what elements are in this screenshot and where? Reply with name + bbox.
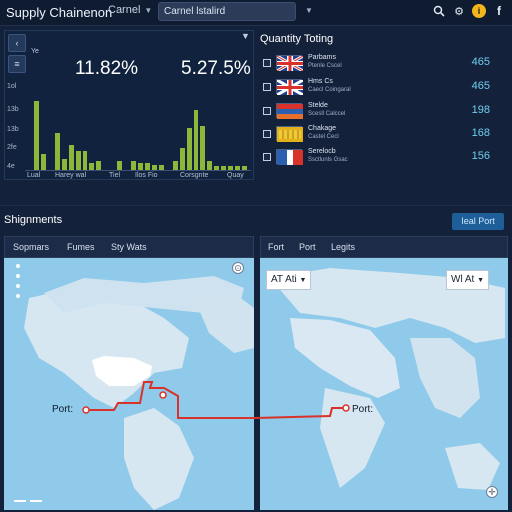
bar[interactable] [200,126,206,170]
bar[interactable] [68,145,74,170]
right-map-tabs: Fort Port Legits [260,236,508,258]
left-map-tabs: Sopmars Fumes Sty Wats [4,236,254,258]
item-value: 465 [471,80,490,92]
list-item[interactable]: Hms Cs Caecl Coingaral 465 [262,78,502,98]
x-tick-label: Quay [227,172,244,179]
row-checkbox[interactable] [263,83,271,91]
bar[interactable] [144,162,150,170]
bar[interactable] [82,150,88,170]
x-tick-label: Tiel [109,172,121,179]
item-subtitle: Ssctlunls Gsac [308,157,348,163]
ideal-port-button[interactable]: Ieal Port [452,213,504,230]
list-item[interactable]: Chakage Castel Cecl 168 [262,125,502,145]
row-checkbox[interactable] [263,130,271,138]
bar[interactable] [138,162,143,170]
top-bar: Supply Chainenon Carnel ▼ Carnel lstalird… [0,0,512,26]
item-value: 156 [471,150,490,162]
uk-flag-icon [276,78,304,97]
gear-icon[interactable]: ⚙ [452,4,466,18]
x-axis [25,170,251,171]
list-item[interactable]: Serelocb Ssctlunls Gsac 156 [262,148,502,168]
item-subtitle: Castel Cecl [308,134,339,140]
shipments-title: Shignments [4,214,63,226]
item-subtitle: Caecl Coingaral [308,87,351,93]
shipment-route [82,381,350,419]
tab-sopmars[interactable]: Sopmars [13,242,49,252]
item-name: Hms Cs [308,78,333,85]
filter-dropdown[interactable]: Carnel ▼ [108,4,152,16]
bar[interactable] [186,127,192,170]
app-title: Supply Chainenon [6,5,113,20]
search-input[interactable]: Carnel lstalird [158,2,296,21]
search-icon[interactable] [432,4,446,18]
kpi-panel: ‹ ≡ Ye 11.82% 5.27.5% ▼ 1ol 13b 13b 2fe … [4,30,254,180]
item-name: Chakage [308,125,337,132]
row-checkbox[interactable] [263,107,271,115]
x-tick-label: Harey wal [55,172,87,179]
bar[interactable] [207,161,213,170]
tab-fort[interactable]: Fort [268,242,284,252]
x-tick-label: Lual [27,172,41,179]
port-marker[interactable] [159,391,167,399]
port-marker[interactable] [342,404,350,412]
facebook-icon[interactable]: f [492,4,506,18]
uk-flag-icon [276,54,304,73]
tab-fumes[interactable]: Fumes [67,242,95,252]
bar[interactable] [179,148,185,170]
x-tick-label: Ilos Fio [135,172,158,179]
header-icons: ⚙ i f [432,4,506,18]
quantity-title: Quantity Toting [260,33,334,45]
item-subtitle: Ptenle Cscel [308,63,342,69]
bar[interactable] [96,161,102,170]
info-coin-icon[interactable]: i [472,4,486,18]
bar[interactable] [172,161,178,170]
bar[interactable] [89,162,95,170]
chevron-down-icon[interactable]: ▼ [305,6,313,15]
bar[interactable] [54,133,60,170]
bar[interactable] [193,110,199,170]
item-value: 198 [471,104,490,116]
port-marker[interactable] [82,406,90,414]
container-icon [276,126,303,142]
flag-icon [276,103,303,119]
item-name: Serelocb [308,148,336,155]
row-checkbox[interactable] [263,153,271,161]
bar[interactable] [33,101,39,170]
bar[interactable] [117,161,123,170]
item-name: Parbams [308,54,337,61]
row-checkbox[interactable] [263,59,271,67]
tab-legits[interactable]: Legits [331,242,355,252]
item-subtitle: Scesll Calccel [308,111,346,117]
tab-sty-wats[interactable]: Sty Wats [111,242,147,252]
list-item[interactable]: Parbams Ptenle Cscel 465 [262,54,502,74]
item-value: 168 [471,127,490,139]
bar-chart [5,31,255,181]
filter-label: Carnel [108,4,141,16]
item-name: Stelde [308,102,328,109]
bar[interactable] [40,154,46,170]
chevron-down-icon: ▼ [144,6,153,15]
tab-port[interactable]: Port [299,242,316,252]
bar[interactable] [61,159,67,170]
list-item[interactable]: Stelde Scesll Calccel 198 [262,102,502,122]
bar[interactable] [131,161,136,170]
flag-icon [276,149,303,165]
x-tick-label: Corsgnte [180,172,209,179]
bar[interactable] [75,150,81,170]
section-divider [0,205,512,206]
item-value: 465 [471,56,490,68]
